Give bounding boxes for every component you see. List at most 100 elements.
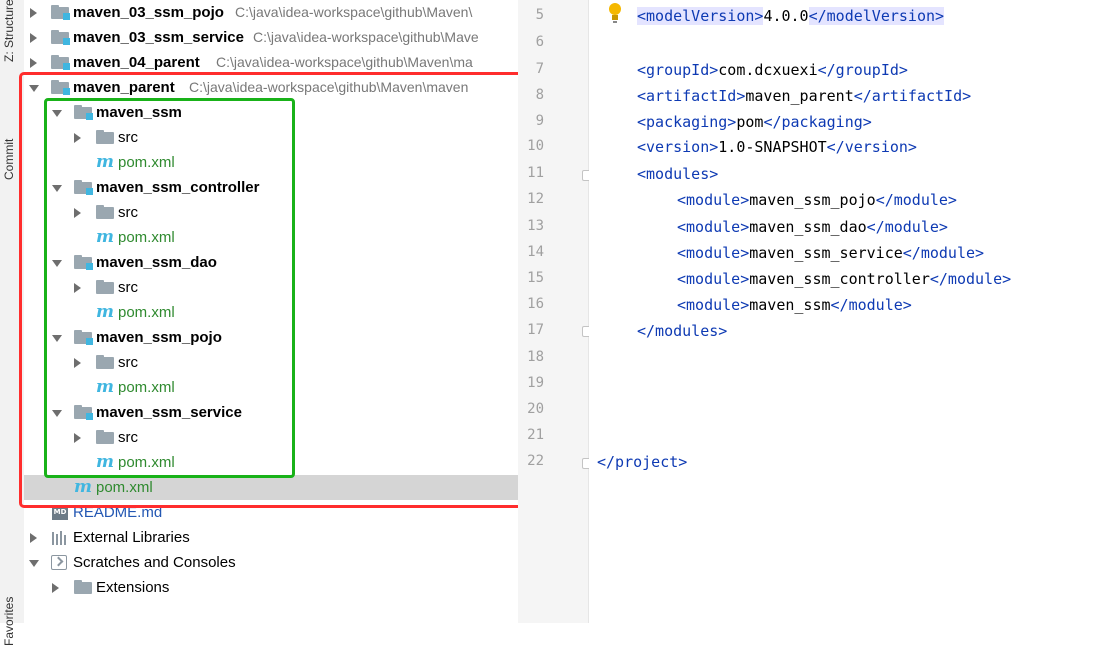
module-path: C:\java\idea-workspace\github\Maven\ [235,4,473,20]
file-name: pom.xml [118,379,175,396]
code-text: maven_parent [745,87,854,105]
code-tag: </packaging> [763,113,872,131]
tree-item-extensions[interactable]: Extensions [24,575,518,600]
collapse-arrow-icon[interactable] [52,260,62,267]
expand-arrow-icon[interactable] [30,533,37,543]
code-tag: </modules> [637,322,728,340]
markdown-icon: MD [52,505,68,520]
line-number: 19 [527,375,544,391]
expand-arrow-icon[interactable] [30,8,37,18]
file-name: pom.xml [118,454,175,471]
module-folder-icon [74,405,93,420]
tree-item-src[interactable]: src [24,125,518,150]
module-folder-icon [74,105,93,120]
tree-item-maven-ssm-dao[interactable]: maven_ssm_dao [24,250,518,275]
tree-item-pom[interactable]: m pom.xml [24,225,518,250]
collapse-arrow-icon[interactable] [52,335,62,342]
line-number: 15 [527,270,544,286]
expand-arrow-icon[interactable] [30,33,37,43]
line-number: 17 [527,322,544,338]
collapse-arrow-icon[interactable] [29,85,39,92]
tree-item-readme[interactable]: MD README.md [24,500,518,525]
module-folder-icon [74,180,93,195]
line-number: 10 [527,138,544,154]
favorites-tab[interactable]: Favorites [2,586,22,646]
lightbulb-icon[interactable] [606,3,624,25]
code-text: maven_ssm_service [749,244,903,262]
code-tag: <version> [637,138,719,156]
tree-item-maven-ssm[interactable]: maven_ssm [24,100,518,125]
folder-icon [96,280,114,294]
project-tree: maven_03_ssm_pojo C:\java\idea-workspace… [24,0,518,623]
commit-tab[interactable]: Commit [2,128,22,180]
code-tag: </version> [826,138,917,156]
collapse-arrow-icon[interactable] [52,410,62,417]
tree-item-pom[interactable]: m pom.xml [24,300,518,325]
tree-item-maven-ssm-service[interactable]: maven_ssm_service [24,400,518,425]
code-tag: </module> [830,296,912,314]
tree-item-src[interactable]: src [24,350,518,375]
expand-arrow-icon[interactable] [74,433,81,443]
module-name: maven_03_ssm_service [73,29,244,46]
expand-arrow-icon[interactable] [30,58,37,68]
tree-item-maven-03-ssm-service[interactable]: maven_03_ssm_service C:\java\idea-worksp… [24,25,518,50]
folder-name: src [118,429,138,446]
tree-item-maven-ssm-controller[interactable]: maven_ssm_controller [24,175,518,200]
tree-item-pom[interactable]: m pom.xml [24,450,518,475]
line-number: 21 [527,427,544,443]
tree-item-maven-04-parent[interactable]: maven_04_parent C:\java\idea-workspace\g… [24,50,518,75]
maven-icon: m [96,302,114,322]
tree-item-src[interactable]: src [24,275,518,300]
tree-item-scratches[interactable]: Scratches and Consoles [24,550,518,575]
folder-icon [96,130,114,144]
tree-item-maven-03-ssm-pojo[interactable]: maven_03_ssm_pojo C:\java\idea-workspace… [24,0,518,25]
code-tag: </groupId> [817,61,908,79]
code-text: com.dcxuexi [718,61,818,79]
module-folder-icon [74,330,93,345]
expand-arrow-icon[interactable] [74,283,81,293]
module-name: maven_03_ssm_pojo [73,4,224,21]
expand-arrow-icon[interactable] [74,208,81,218]
code-line: <version>1.0-SNAPSHOT</version> [637,138,917,156]
code-line: </modules> [637,322,727,340]
line-number: 14 [527,244,544,260]
line-number: 20 [527,401,544,417]
code-line: <module>maven_ssm_controller</module> [677,270,1011,288]
tree-item-parent-pom[interactable]: m pom.xml [24,475,518,500]
expand-arrow-icon[interactable] [52,583,59,593]
code-tag: </module> [929,270,1012,288]
tree-item-pom[interactable]: m pom.xml [24,375,518,400]
module-folder-icon [51,55,70,70]
file-name: pom.xml [118,154,175,171]
maven-icon: m [96,227,114,247]
line-number: 12 [527,191,544,207]
code-tag: </module> [866,218,948,236]
code-text: maven_ssm [749,296,831,314]
tree-item-external-libraries[interactable]: External Libraries [24,525,518,550]
expand-arrow-icon[interactable] [74,358,81,368]
module-folder-icon [51,30,70,45]
tree-item-maven-ssm-pojo[interactable]: maven_ssm_pojo [24,325,518,350]
scratches-icon [51,555,67,570]
collapse-arrow-icon[interactable] [29,560,39,567]
tool-window-strip: Z: Structure Commit Favorites [0,0,25,646]
expand-arrow-icon[interactable] [74,133,81,143]
code-tag: <packaging> [637,113,737,131]
tree-item-src[interactable]: src [24,200,518,225]
code-tag: </modelVersion> [808,7,945,25]
module-folder-icon [51,80,70,95]
code-tag: </project> [597,453,688,471]
collapse-arrow-icon[interactable] [52,185,62,192]
folder-icon [96,355,114,369]
file-name: pom.xml [118,304,175,321]
code-tag: </artifactId> [853,87,972,105]
code-tag: <module> [677,191,750,209]
line-number: 7 [535,61,544,77]
collapse-arrow-icon[interactable] [52,110,62,117]
node-label: Extensions [96,579,170,596]
code-tag: </module> [902,244,985,262]
tree-item-src[interactable]: src [24,425,518,450]
structure-tab[interactable]: Z: Structure [2,0,22,62]
tree-item-maven-parent[interactable]: maven_parent C:\java\idea-workspace\gith… [24,75,518,100]
tree-item-pom[interactable]: m pom.xml [24,150,518,175]
